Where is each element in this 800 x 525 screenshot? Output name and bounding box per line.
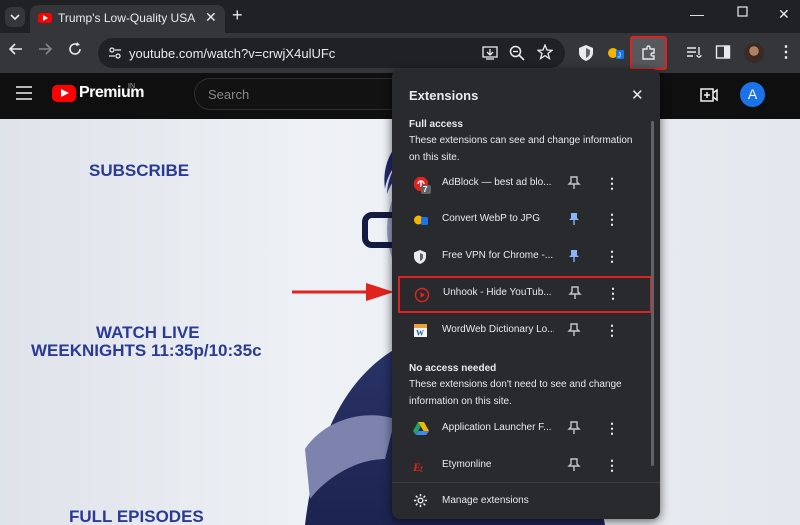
full-access-heading: Full access: [409, 119, 463, 130]
extension-name: Etymonline: [442, 459, 492, 470]
reload-icon[interactable]: [68, 42, 82, 56]
popup-scrollbar[interactable]: [651, 121, 654, 466]
extensions-popup: Extensions ✕ Full access These extension…: [392, 69, 660, 519]
puzzle-icon: [642, 45, 655, 60]
svg-text:t: t: [420, 464, 423, 474]
site-info-icon[interactable]: [108, 46, 122, 60]
pin-icon[interactable]: [567, 421, 583, 437]
create-video-icon[interactable]: [700, 88, 718, 102]
tab-close-icon[interactable]: ✕: [205, 9, 217, 26]
wordweb-icon: W: [413, 323, 429, 339]
subscribe-text: SUBSCRIBE: [89, 161, 190, 180]
popup-title: Extensions: [409, 88, 479, 103]
new-tab-button[interactable]: +: [232, 5, 243, 26]
extension-name: WordWeb Dictionary Lo...: [442, 324, 554, 335]
manage-extensions-label: Manage extensions: [442, 495, 529, 506]
google-drive-icon: [413, 421, 429, 437]
watch-live-text: WATCH LIVE: [96, 323, 200, 342]
no-access-description: These extensions don't need to see and c…: [409, 379, 622, 407]
extension-name: Application Launcher F...: [442, 422, 552, 433]
pinned-icon[interactable]: [567, 249, 583, 265]
full-access-description: These extensions can see and change info…: [409, 135, 633, 163]
extension-name: Convert WebP to JPG: [442, 213, 541, 224]
extension-row-free-vpn[interactable]: Free VPN for Chrome -... ⋮: [397, 239, 650, 275]
zoom-icon[interactable]: [509, 45, 525, 61]
vpn-shield-toolbar-icon[interactable]: [578, 44, 596, 62]
extension-row-convert-webp[interactable]: Convert WebP to JPG ⋮: [397, 202, 650, 238]
etymonline-icon: Et: [413, 458, 429, 474]
tab-strip: Trump's Low-Quality USA Bibles ✕ + — ✕: [0, 0, 800, 33]
extension-row-app-launcher[interactable]: Application Launcher F... ⋮: [397, 411, 650, 447]
popup-divider: [392, 482, 660, 483]
convert-webp-icon: [413, 212, 429, 228]
svg-text:W: W: [416, 329, 424, 338]
tab-search-button[interactable]: [5, 7, 25, 27]
pin-icon[interactable]: [567, 323, 583, 339]
pin-icon[interactable]: [567, 458, 583, 474]
more-options-icon[interactable]: ⋮: [605, 248, 619, 266]
close-icon[interactable]: ✕: [631, 86, 644, 104]
chevron-down-icon: [10, 14, 20, 21]
side-panel-icon[interactable]: [715, 44, 733, 62]
tab-title: Trump's Low-Quality USA Bibles: [58, 11, 198, 25]
more-options-icon[interactable]: ⋮: [605, 322, 619, 340]
window-close-icon[interactable]: ✕: [778, 6, 790, 23]
country-badge: IN: [128, 83, 135, 90]
full-episodes-text: FULL EPISODES: [69, 507, 204, 525]
weeknights-text: WEEKNIGHTS 11:35p/10:35c: [31, 341, 262, 360]
adblock-badge: 7: [423, 185, 428, 194]
gear-icon: [413, 493, 428, 508]
more-options-icon[interactable]: ⋮: [605, 175, 619, 193]
back-arrow-icon[interactable]: [9, 42, 23, 56]
youtube-logo-icon[interactable]: [52, 85, 76, 102]
no-access-heading: No access needed: [409, 363, 497, 374]
manage-extensions-button[interactable]: Manage extensions: [397, 487, 650, 515]
extension-name: Free VPN for Chrome -...: [442, 250, 554, 261]
unhook-icon: [414, 287, 430, 303]
extension-row-unhook[interactable]: Unhook - Hide YouTub... ⋮: [398, 276, 652, 313]
youtube-favicon-icon: [38, 13, 52, 23]
pinned-icon[interactable]: [567, 212, 583, 228]
search-placeholder: Search: [208, 87, 250, 102]
browser-tab[interactable]: Trump's Low-Quality USA Bibles ✕: [30, 5, 225, 33]
forward-arrow-icon[interactable]: [38, 42, 52, 56]
hamburger-menu-icon[interactable]: [16, 86, 32, 100]
svg-text:J: J: [618, 53, 622, 60]
convert-webp-toolbar-icon[interactable]: J: [607, 44, 625, 62]
url-text: youtube.com/watch?v=crwjX4ulUFc: [129, 46, 336, 61]
account-avatar[interactable]: A: [740, 82, 765, 107]
more-options-icon[interactable]: ⋮: [606, 285, 620, 303]
pin-icon[interactable]: [567, 176, 583, 192]
chrome-menu-icon[interactable]: ⋮: [778, 42, 796, 61]
browser-toolbar: youtube.com/watch?v=crwjX4ulUFc J ⋮: [0, 33, 800, 73]
annotation-arrow-icon: [292, 283, 394, 301]
maximize-icon[interactable]: [737, 6, 748, 17]
reading-list-icon[interactable]: [686, 44, 704, 62]
address-bar[interactable]: youtube.com/watch?v=crwjX4ulUFc: [98, 38, 565, 68]
extension-row-etymonline[interactable]: Et Etymonline ⋮: [397, 448, 650, 484]
profile-avatar[interactable]: [744, 43, 764, 63]
more-options-icon[interactable]: ⋮: [605, 457, 619, 475]
more-options-icon[interactable]: ⋮: [605, 211, 619, 229]
extension-row-wordweb[interactable]: W WordWeb Dictionary Lo... ⋮: [397, 313, 650, 349]
extension-name: AdBlock — best ad blo...: [442, 177, 552, 188]
minimize-icon[interactable]: —: [690, 6, 704, 22]
more-options-icon[interactable]: ⋮: [605, 420, 619, 438]
install-app-icon[interactable]: [482, 45, 498, 61]
shield-vpn-icon: [413, 249, 429, 265]
adblock-icon: 7: [413, 176, 431, 194]
extension-name: Unhook - Hide YouTub...: [443, 287, 552, 298]
pin-icon[interactable]: [568, 286, 584, 302]
extension-row-adblock[interactable]: 7 AdBlock — best ad blo... ⋮: [397, 166, 650, 202]
bookmark-star-icon[interactable]: [537, 44, 553, 60]
extensions-puzzle-button[interactable]: [630, 36, 667, 70]
